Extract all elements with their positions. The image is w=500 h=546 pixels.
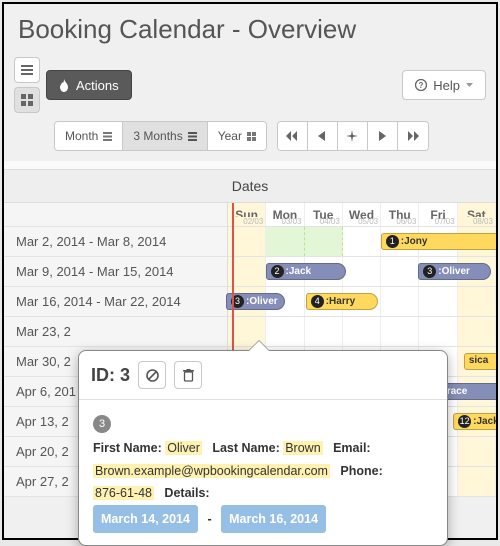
booking-pill[interactable]: 1:Jony <box>381 233 498 250</box>
range-3months[interactable]: 3 Months <box>123 122 207 150</box>
date-separator: - <box>201 512 217 526</box>
first-name-label: First Name: <box>93 441 162 455</box>
day-cell[interactable] <box>343 257 381 286</box>
booking-id: 2 <box>271 265 284 278</box>
range-month[interactable]: Month <box>55 122 123 150</box>
range-3months-label: 3 Months <box>133 129 182 143</box>
nav-today-button[interactable] <box>338 122 368 150</box>
booking-id: 1 <box>386 235 399 248</box>
day-cell[interactable] <box>343 227 381 256</box>
day-cell[interactable] <box>305 227 343 256</box>
flame-icon <box>59 79 70 92</box>
page-title: Booking Calendar - Overview <box>4 4 496 57</box>
date-tick: 07/03 <box>419 217 457 226</box>
grid-icon <box>247 132 256 141</box>
question-icon: ? <box>415 79 427 91</box>
ban-icon <box>146 369 159 382</box>
booking-pill[interactable]: 2:Jack <box>266 263 346 280</box>
popover-badge: 3 <box>93 415 111 433</box>
nav-prev-button[interactable] <box>308 122 338 150</box>
booking-pill[interactable]: 3:Oliver <box>226 293 285 310</box>
booking-pill[interactable]: 12:Jack <box>453 413 498 430</box>
booking-id: 12 <box>458 415 471 428</box>
booking-name: :Jony <box>401 236 428 247</box>
details-label: Details: <box>164 486 209 500</box>
nav-buttons <box>277 121 429 151</box>
booking-name: :Oliver <box>438 266 470 277</box>
date-from-pill: March 14, 2014 <box>93 505 198 534</box>
view-list-icon[interactable] <box>14 57 40 83</box>
trash-icon <box>183 369 194 382</box>
nav-next-button[interactable] <box>368 122 398 150</box>
date-tick: 04/03 <box>305 217 343 226</box>
range-year[interactable]: Year <box>208 122 266 150</box>
booking-details-popover: ID: 3 3 First Name: Oliver Last Name: Br… <box>78 350 448 540</box>
toolbar-row-2: Month 3 Months Year <box>4 121 496 161</box>
day-cell[interactable] <box>266 317 304 346</box>
booking-name: :Jack <box>473 416 498 427</box>
list-icon <box>188 132 197 141</box>
booking-name: :Jack <box>286 266 312 277</box>
actions-button[interactable]: Actions <box>46 70 132 100</box>
week-row: Mar 2, 2014 - Mar 8, 2014 1:Jony 02/0303… <box>4 227 496 257</box>
first-name-value: Oliver <box>165 441 202 455</box>
day-cell[interactable] <box>266 227 304 256</box>
popover-id-label: ID: 3 <box>91 365 130 386</box>
day-cell[interactable] <box>458 437 496 466</box>
reject-button[interactable] <box>138 361 166 389</box>
day-cell[interactable] <box>458 317 496 346</box>
dates-column-header: Dates <box>4 169 496 203</box>
range-year-label: Year <box>218 129 242 143</box>
week-row: Mar 9, 2014 - Mar 15, 2014 2:Jack 3:Oliv… <box>4 257 496 287</box>
day-cell[interactable] <box>381 317 419 346</box>
day-cell[interactable] <box>419 287 457 316</box>
booking-name: :Oliver <box>246 296 278 307</box>
week-label: Mar 23, 2 <box>4 317 228 346</box>
toolbar-row-1: Actions ? Help <box>4 57 496 121</box>
nav-last-button[interactable] <box>398 122 428 150</box>
email-label: Email: <box>333 441 371 455</box>
booking-id: 3 <box>423 265 436 278</box>
week-label: Mar 16, 2014 - Mar 22, 2014 <box>4 287 228 316</box>
day-cell[interactable] <box>458 467 496 496</box>
email-value: Brown.example@wpbookingcalendar.com <box>93 464 330 478</box>
date-to-pill: March 16, 2014 <box>221 505 326 534</box>
phone-value: 876-61-48 <box>93 486 154 500</box>
day-cell[interactable] <box>381 257 419 286</box>
date-tick: 05/03 <box>343 217 381 226</box>
booking-id: 4 <box>311 295 324 308</box>
date-tick: 03/03 <box>266 217 304 226</box>
nav-first-button[interactable] <box>278 122 308 150</box>
booking-pill[interactable]: 3:Oliver <box>418 263 490 280</box>
list-icon <box>103 132 112 141</box>
date-tick: 06/03 <box>381 217 419 226</box>
week-label: Mar 9, 2014 - Mar 15, 2014 <box>4 257 228 286</box>
booking-name: :Harry <box>326 296 355 307</box>
range-segmented: Month 3 Months Year <box>54 121 267 151</box>
phone-label: Phone: <box>340 464 382 478</box>
booking-pill[interactable]: 4:Harry <box>306 293 378 310</box>
date-tick: 08/03 <box>458 217 496 226</box>
actions-label: Actions <box>76 78 119 93</box>
help-button[interactable]: ? Help <box>402 70 486 100</box>
booking-name: sica <box>469 355 488 366</box>
week-row: Mar 16, 2014 - Mar 22, 2014 3:Oliver 4:H… <box>4 287 496 317</box>
day-cell[interactable] <box>458 287 496 316</box>
svg-text:?: ? <box>419 81 424 90</box>
range-month-label: Month <box>65 129 98 143</box>
day-cell[interactable] <box>305 317 343 346</box>
day-cell[interactable] <box>343 317 381 346</box>
booking-pill[interactable]: sica <box>464 353 498 370</box>
day-cell[interactable] <box>381 287 419 316</box>
day-cell[interactable] <box>419 317 457 346</box>
help-label: Help <box>433 78 460 93</box>
last-name-label: Last Name: <box>212 441 279 455</box>
last-name-value: Brown <box>283 441 322 455</box>
chevron-down-icon <box>466 83 473 88</box>
view-grid-icon[interactable] <box>14 87 40 113</box>
delete-button[interactable] <box>174 361 202 389</box>
week-label: Mar 2, 2014 - Mar 8, 2014 <box>4 227 228 256</box>
